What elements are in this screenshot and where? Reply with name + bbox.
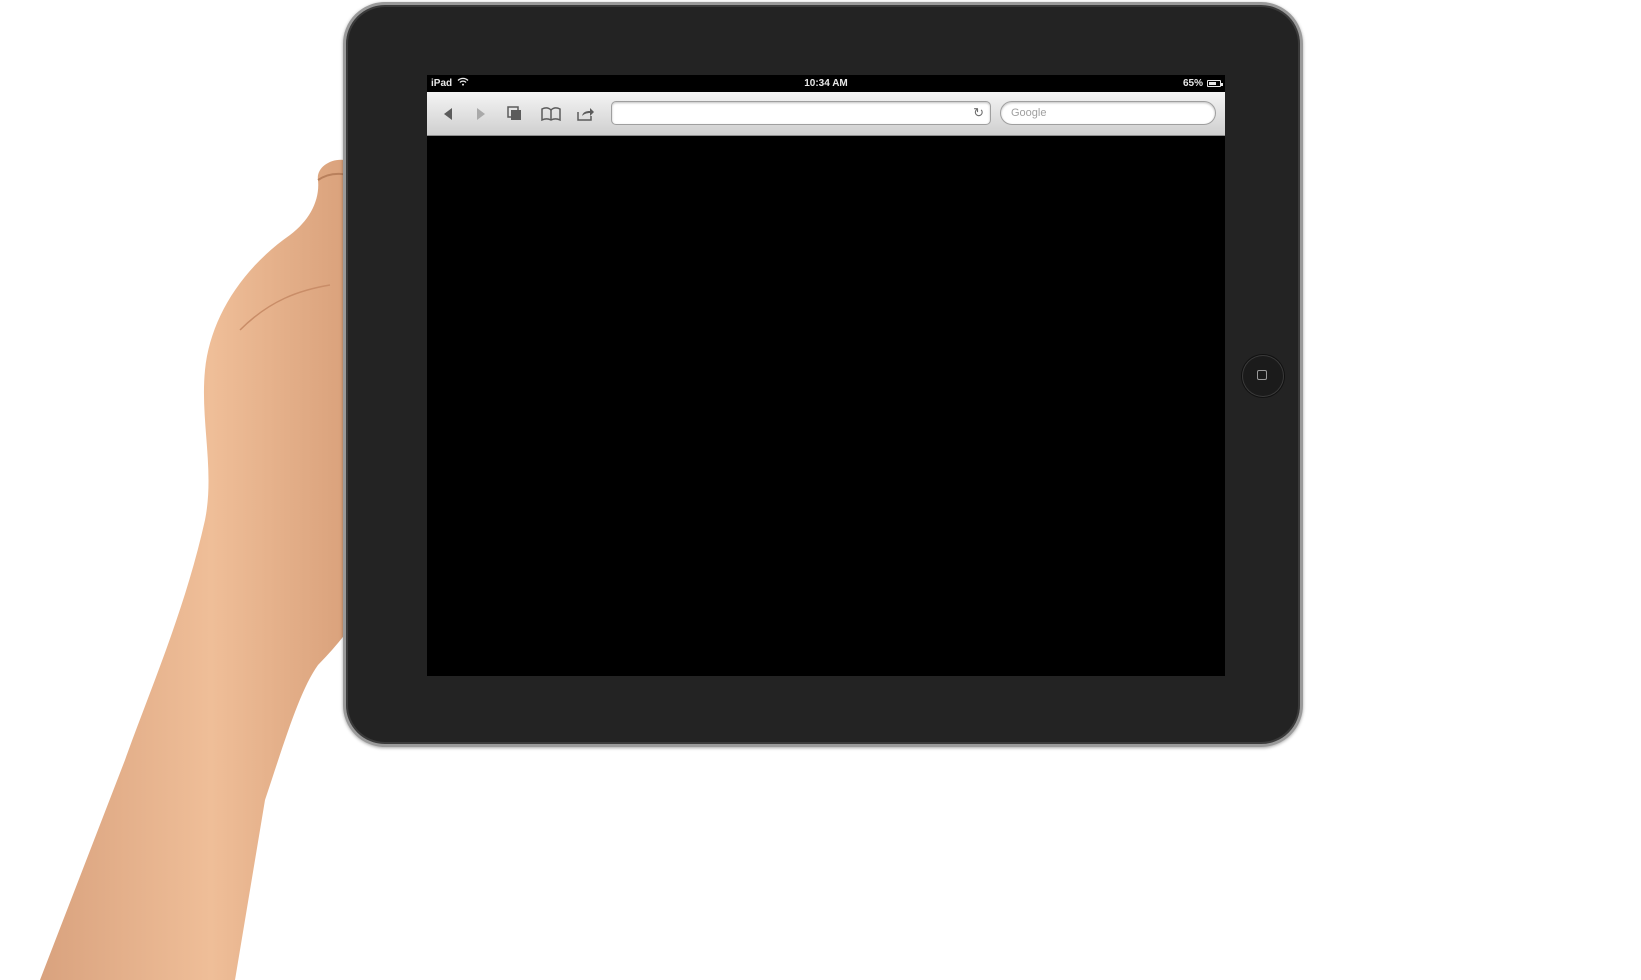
home-button[interactable] [1242, 355, 1284, 397]
back-button[interactable] [435, 102, 461, 126]
pages-button[interactable] [502, 102, 528, 126]
battery-percent: 65% [1182, 78, 1203, 89]
url-field[interactable]: ↻ [611, 101, 991, 125]
status-bar: iPad 10:34 AM 65% [427, 75, 1225, 92]
home-square-icon [1257, 370, 1267, 380]
bookmarks-book-icon [541, 107, 561, 121]
page: iPad 10:34 AM 65% ↻ Google [0, 0, 1641, 980]
status-time: 10:34 AM [804, 78, 848, 89]
screen: iPad 10:34 AM 65% ↻ Google [427, 75, 1225, 676]
hand-image [40, 159, 382, 980]
pages-icon [507, 106, 521, 120]
safari-toolbar: ↻ Google [427, 92, 1225, 136]
share-button[interactable] [573, 102, 599, 126]
search-placeholder: Google [1011, 107, 1047, 119]
forward-arrow-icon [477, 108, 485, 120]
battery-fill [1209, 82, 1216, 85]
search-field[interactable]: Google [1000, 101, 1216, 125]
web-content-area[interactable] [427, 136, 1225, 676]
forward-button[interactable] [468, 102, 494, 126]
back-arrow-icon [444, 108, 452, 120]
status-right: 65% [1182, 75, 1223, 92]
ipad-device: iPad 10:34 AM 65% ↻ Google [343, 2, 1303, 747]
bookmarks-button[interactable] [538, 102, 564, 126]
battery-icon [1207, 80, 1223, 87]
reload-icon[interactable]: ↻ [973, 102, 984, 124]
share-icon [577, 108, 594, 121]
